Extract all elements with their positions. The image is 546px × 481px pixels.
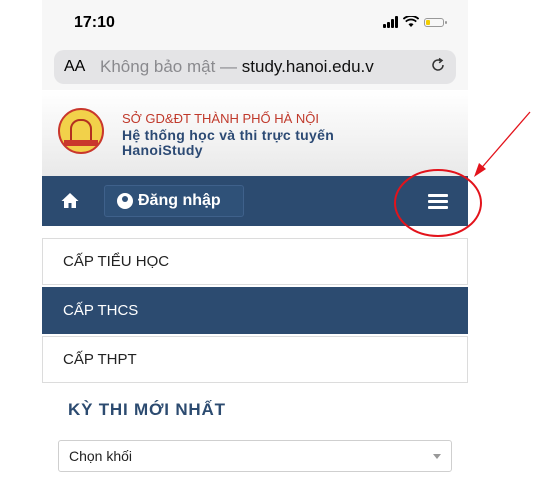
grade-select[interactable]: Chọn khối [58,440,452,472]
latest-exams-title: KỲ THI MỚI NHẤT [68,400,226,419]
browser-toolbar: AA Không bảo mật — study.hanoi.edu.v [42,44,468,90]
menu-item-primary[interactable]: CẤP TIỂU HỌC [42,238,468,285]
hamburger-menu-icon[interactable] [428,194,448,210]
url-domain: study.hanoi.edu.v [241,57,374,76]
battery-icon [424,17,447,27]
level-menu: CẤP TIỂU HỌC CẤP THCS CẤP THPT [42,238,468,383]
home-icon[interactable] [60,191,80,211]
site-header: SỞ GD&ĐT THÀNH PHỐ HÀ NỘI Hệ thống học v… [42,90,468,176]
annotation-arrowhead [474,163,486,177]
grade-select-value: Chọn khối [69,448,133,464]
status-bar: 17:10 [42,0,468,44]
system-name: Hệ thống học và thi trực tuyến HanoiStud… [122,128,334,158]
status-time: 17:10 [74,14,115,31]
reload-icon[interactable] [424,57,446,78]
menu-item-high-school[interactable]: CẤP THPT [42,336,468,383]
wifi-icon [403,16,419,27]
address-bar[interactable]: AA Không bảo mật — study.hanoi.edu.v [54,50,456,84]
login-label: Đăng nhập [138,192,221,209]
top-navbar: Đăng nhập [42,176,468,226]
phone-screen: 17:10 AA Không bảo mật — study.hanoi.edu… [42,0,468,481]
text-size-button[interactable]: AA [64,58,100,76]
user-circle-icon [117,193,133,209]
system-name-line2: HanoiStudy [122,142,203,158]
url-text: Không bảo mật — study.hanoi.edu.v [100,57,424,77]
org-name: SỞ GD&ĐT THÀNH PHỐ HÀ NỘI [122,111,320,126]
system-name-line1: Hệ thống học và thi trực tuyến [122,127,335,143]
insecure-label: Không bảo mật — [100,57,238,76]
status-icons [383,15,447,29]
chevron-down-icon [433,454,441,459]
login-button[interactable]: Đăng nhập [104,185,244,217]
hanoi-logo[interactable] [58,108,104,154]
cellular-signal-icon [383,16,398,28]
menu-item-secondary[interactable]: CẤP THCS [42,287,468,334]
annotation-arrow [477,111,531,173]
